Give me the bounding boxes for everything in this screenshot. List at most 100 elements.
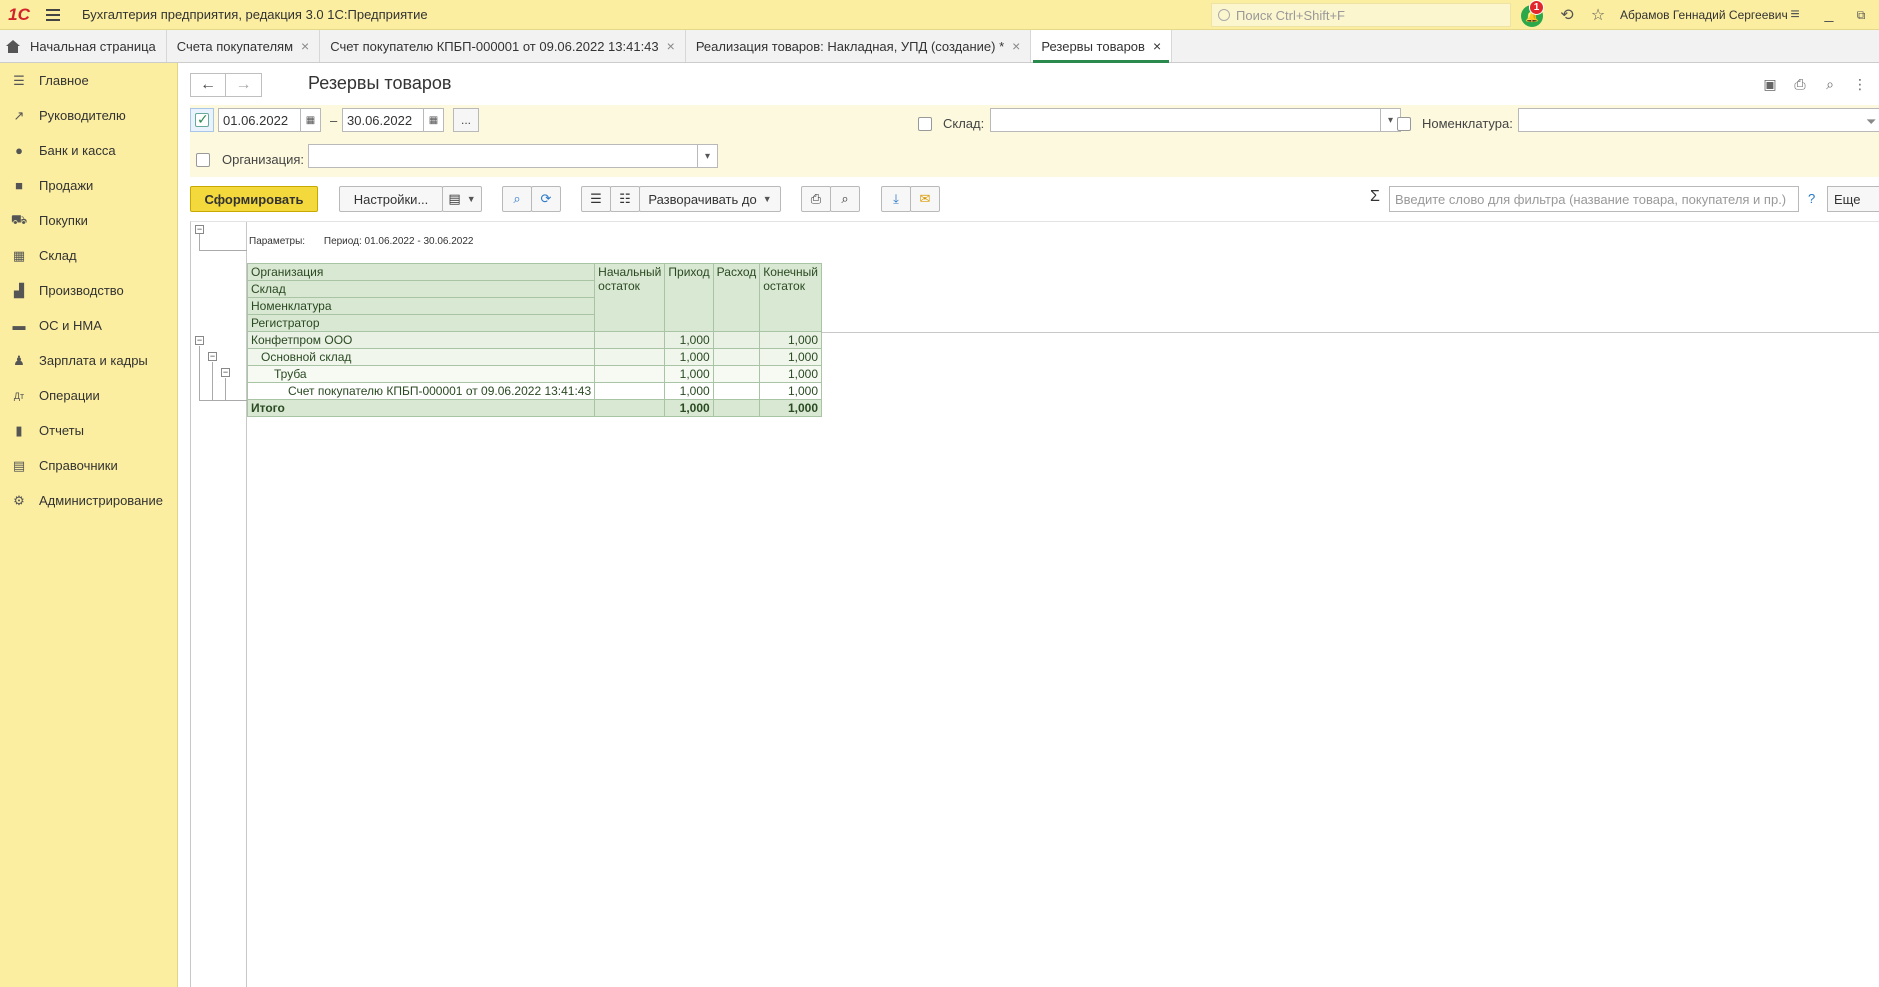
warehouse-label: Склад:	[943, 116, 985, 131]
calendar-icon[interactable]: ▦	[423, 109, 443, 131]
variants-button[interactable]: ▤ ▼	[442, 186, 482, 212]
chevron-down-icon[interactable]: ▾	[697, 145, 717, 167]
sidebar-item-label: Покупки	[39, 213, 88, 228]
tab-sales-document[interactable]: Реализация товаров: Накладная, УПД (созд…	[686, 30, 1032, 62]
main-menu-icon[interactable]	[38, 0, 68, 30]
sidebar-item-bank[interactable]: ● Банк и касса	[0, 133, 177, 168]
warehouse-field[interactable]: ▾	[990, 108, 1401, 132]
date-from-field[interactable]: 01.06.2022 ▦	[218, 108, 321, 132]
bag-icon: ■	[15, 178, 23, 193]
sidebar-item-assets[interactable]: ▬ ОС и НМА	[0, 308, 177, 343]
find-button[interactable]: ⌕	[502, 186, 532, 212]
report-table: Организация Начальный остаток Приход Рас…	[246, 263, 823, 417]
notification-count-badge: 1	[1529, 0, 1544, 15]
expand-groups-button[interactable]: ☷	[610, 186, 640, 212]
tab-customer-invoice[interactable]: Счет покупателю КПБП-000001 от 09.06.202…	[320, 30, 686, 62]
sidebar-item-main[interactable]: ☰ Главное	[0, 63, 177, 98]
table-row[interactable]: Основной склад 1,000 1,000	[246, 348, 823, 366]
tab-home[interactable]: Начальная страница	[0, 30, 167, 62]
date-from-value: 01.06.2022	[223, 112, 289, 128]
sidebar-item-reports[interactable]: ▮ Отчеты	[0, 413, 177, 448]
more-button[interactable]: Еще	[1827, 186, 1879, 212]
total-end: 1,000	[759, 399, 823, 417]
nomenclature-field[interactable]: ▾	[1518, 108, 1879, 132]
sidebar-item-sales[interactable]: ■ Продажи	[0, 168, 177, 203]
preview-icon[interactable]: ⌕	[1821, 75, 1839, 93]
search-placeholder: Поиск Ctrl+Shift+F	[1236, 7, 1345, 23]
collapse-org-icon[interactable]: −	[195, 336, 204, 345]
tab-customer-invoices[interactable]: Счета покупателям ×	[167, 30, 321, 62]
sidebar-item-manager[interactable]: ↗ Руководителю	[0, 98, 177, 133]
print-button[interactable]: ⎙	[801, 186, 831, 212]
save-file-button[interactable]: ⤓	[881, 186, 911, 212]
minimize-icon[interactable]: _	[1819, 5, 1839, 25]
back-button[interactable]: ←	[190, 73, 226, 97]
generate-button[interactable]: Сформировать	[190, 186, 318, 212]
close-icon[interactable]: ×	[301, 38, 309, 54]
tab-label: Реализация товаров: Накладная, УПД (созд…	[695, 38, 1005, 54]
filter-search-input[interactable]: Введите слово для фильтра (название това…	[1389, 186, 1799, 212]
row-label[interactable]: Счет покупателю КПБП-000001 от 09.06.202…	[246, 382, 596, 400]
sum-icon[interactable]: Σ	[1370, 188, 1380, 206]
tab-label: Счет покупателю КПБП-000001 от 09.06.202…	[330, 38, 659, 54]
filter-search-placeholder: Введите слово для фильтра (название това…	[1395, 191, 1787, 207]
settings-button[interactable]: Настройки...	[339, 186, 443, 212]
print-preview-button[interactable]: ⌕	[830, 186, 860, 212]
send-email-button[interactable]: ✉	[910, 186, 940, 212]
find-next-button[interactable]: ⟳	[531, 186, 561, 212]
forward-button[interactable]: →	[226, 73, 262, 97]
sidebar-item-production[interactable]: ▟ Производство	[0, 273, 177, 308]
total-out	[712, 399, 761, 417]
tab-goods-reserves[interactable]: Резервы товаров ×	[1031, 30, 1173, 63]
user-name[interactable]: Абрамов Геннадий Сергеевич	[1620, 8, 1788, 22]
sidebar-item-salary[interactable]: ♟ Зарплата и кадры	[0, 343, 177, 378]
table-row[interactable]: Счет покупателю КПБП-000001 от 09.06.202…	[246, 382, 823, 400]
calendar-icon[interactable]: ▦	[300, 109, 320, 131]
report-area: − − − − Параметры: Период: 01.06.2022 - …	[190, 221, 1879, 987]
chart-line-icon: ↗	[13, 107, 25, 123]
global-search-input[interactable]: Поиск Ctrl+Shift+F	[1211, 3, 1511, 27]
more-vertical-icon[interactable]: ⋮	[1851, 75, 1869, 93]
print-icon[interactable]: ⎙	[1791, 75, 1809, 93]
save-icon[interactable]: ▣	[1761, 75, 1779, 93]
help-icon[interactable]: ?	[1808, 191, 1815, 206]
date-to-field[interactable]: 30.06.2022 ▦	[342, 108, 444, 132]
collapse-item-icon[interactable]: −	[221, 368, 230, 377]
sidebar-item-operations[interactable]: Дт Операции	[0, 378, 177, 413]
sidebar-item-label: Справочники	[39, 458, 118, 473]
total-start	[594, 399, 666, 417]
settings-lines-icon[interactable]: ≡	[1785, 5, 1805, 25]
table-row[interactable]: Труба 1,000 1,000	[246, 365, 823, 383]
header-income: Приход	[664, 263, 714, 332]
home-icon	[6, 39, 20, 53]
sidebar-item-catalogs[interactable]: ▤ Справочники	[0, 448, 177, 483]
restore-window-icon[interactable]: ⧉	[1851, 5, 1871, 25]
close-icon[interactable]: ×	[1012, 38, 1020, 54]
sidebar-item-label: ОС и НМА	[39, 318, 102, 333]
collapse-warehouse-icon[interactable]: −	[208, 352, 217, 361]
cell-start	[594, 365, 666, 383]
sidebar-item-admin[interactable]: ⚙ Администрирование	[0, 483, 177, 518]
sidebar: ☰ Главное ↗ Руководителю ● Банк и касса ■ Пр…	[0, 63, 178, 987]
nomenclature-checkbox[interactable]	[1397, 117, 1411, 131]
collapse-groups-button[interactable]: ☰	[581, 186, 611, 212]
period-checkbox[interactable]	[195, 111, 209, 128]
org-checkbox[interactable]	[196, 153, 210, 167]
expand-to-button[interactable]: Разворачивать до ▼	[639, 186, 781, 212]
sidebar-item-label: Зарплата и кадры	[39, 353, 148, 368]
collapse-icon: ☰	[590, 191, 602, 206]
star-icon[interactable]: ☆	[1588, 5, 1608, 25]
history-icon[interactable]: ⟲	[1557, 5, 1577, 25]
collapse-header-icon[interactable]: −	[195, 225, 204, 234]
sidebar-item-purchases[interactable]: ⛟ Покупки	[0, 203, 177, 238]
sidebar-item-warehouse[interactable]: ▦ Склад	[0, 238, 177, 273]
sidebar-item-label: Операции	[39, 388, 100, 403]
table-row[interactable]: Конфетпром ООО 1,000 1,000	[246, 331, 823, 349]
close-icon[interactable]: ×	[1153, 38, 1161, 54]
warehouse-checkbox[interactable]	[918, 117, 932, 131]
period-select-button[interactable]: ...	[453, 108, 479, 132]
filter-funnel-icon[interactable]: ⏷	[1866, 114, 1876, 130]
close-icon[interactable]: ×	[667, 38, 675, 54]
org-field[interactable]: ▾	[308, 144, 718, 168]
sidebar-item-label: Отчеты	[39, 423, 84, 438]
